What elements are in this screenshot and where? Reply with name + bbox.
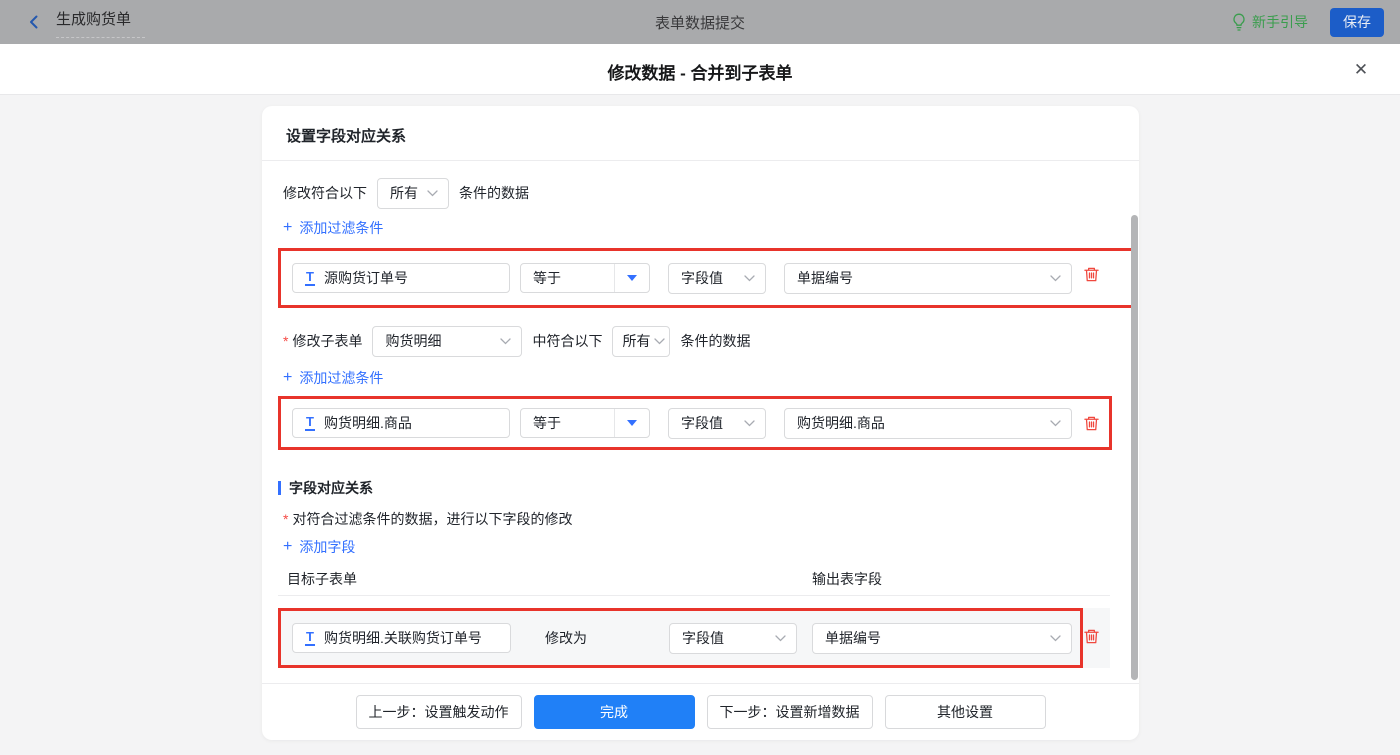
trash-icon [1083,628,1100,645]
main-match-value: 所有 [390,183,418,203]
mapping-section-header: 字段对应关系 [278,478,373,498]
sub-match-value: 所有 [622,331,650,351]
required-asterisk: * [283,333,288,349]
condition-operator-select[interactable]: 等于 [520,263,650,293]
next-step-button[interactable]: 下一步：设置新增数据 [707,695,873,729]
caret-down-icon [627,275,637,281]
guide-link[interactable]: 新手引导 [1232,12,1308,32]
condition-field-label: 源购货订单号 [324,268,408,288]
chevron-down-icon [1050,275,1061,282]
trash-icon [1083,266,1100,283]
close-button[interactable]: ✕ [1348,57,1374,83]
chevron-down-icon [427,190,438,197]
condition-valuetype-select[interactable]: 字段值 [668,408,766,439]
chevron-down-icon [744,275,755,282]
condition-operator-select[interactable]: 等于 [520,408,650,438]
delete-condition-button[interactable] [1083,415,1100,432]
top-bar: 生成购货单 表单数据提交 新手引导 保存 [0,0,1400,44]
operator-caret-button[interactable] [614,409,649,437]
mapping-description-text: 对符合过滤条件的数据，进行以下字段的修改 [292,511,572,527]
modal-body: 设置字段对应关系 修改符合以下 所有 条件的数据 + 添加过滤条件 T 源购货订… [0,95,1400,755]
sub-filter-prefix: *修改子表单 [283,331,362,351]
column-header-target: 目标子表单 [287,569,357,589]
topbar-actions: 新手引导 保存 [1232,0,1384,44]
chevron-down-icon [654,338,665,345]
mapping-section-title: 字段对应关系 [289,478,373,498]
operator-value: 等于 [521,409,614,437]
sub-filter-middle: 中符合以下 [532,331,602,351]
delete-mapping-button[interactable] [1083,628,1100,645]
card-title-divider [262,160,1139,161]
column-header-divider [278,595,1110,596]
condition-row-main: T 源购货订单号 等于 字段值 单据编号 [281,251,1133,305]
chevron-down-icon [744,420,755,427]
valuetype-value: 字段值 [681,413,723,433]
chevron-down-icon [500,338,511,345]
modal-title: 修改数据 - 合并到子表单 [0,59,1400,84]
add-field-link[interactable]: + 添加字段 [283,537,355,557]
plus-icon: + [283,371,292,385]
main-match-select[interactable]: 所有 [377,178,449,209]
text-field-icon: T [305,271,315,286]
lightbulb-icon [1232,13,1246,31]
condition-field-label: 购货明细.商品 [324,413,412,433]
other-settings-button[interactable]: 其他设置 [885,695,1046,729]
add-filter-label: 添加过滤条件 [299,218,383,238]
sub-filter-suffix: 条件的数据 [680,331,750,351]
add-filter-label: 添加过滤条件 [299,368,383,388]
condition-value: 单据编号 [797,268,853,288]
condition-valuetype-select[interactable]: 字段值 [668,263,766,294]
section-accent-bar [278,481,281,495]
text-field-icon: T [305,416,315,431]
card-title: 设置字段对应关系 [286,125,406,146]
chevron-down-icon [1050,420,1061,427]
condition-value-select[interactable]: 购货明细.商品 [784,408,1072,439]
condition-value-select[interactable]: 单据编号 [784,263,1072,294]
guide-label: 新手引导 [1252,12,1308,32]
annotation-rect-1: T 源购货订单号 等于 字段值 单据编号 [278,248,1136,308]
column-header-output: 输出表字段 [812,569,882,589]
condition-field-box[interactable]: T 购货明细.商品 [292,408,510,438]
footer-divider [262,683,1139,684]
condition-row-sub: T 购货明细.商品 等于 字段值 购货明细.商品 [281,399,1109,447]
footer-buttons: 上一步：设置触发动作 完成 下一步：设置新增数据 其他设置 [262,695,1139,729]
required-asterisk: * [283,511,288,527]
scrollbar-thumb[interactable] [1131,215,1138,680]
mapping-row-background [278,608,1110,668]
close-icon: ✕ [1354,60,1368,80]
mapping-description: *对符合过滤条件的数据，进行以下字段的修改 [283,509,572,529]
delete-condition-button[interactable] [1083,266,1100,283]
page-title: 表单数据提交 [0,12,1400,33]
condition-value: 购货明细.商品 [797,413,885,433]
add-filter-link-main[interactable]: + 添加过滤条件 [283,218,383,238]
plus-icon: + [283,221,292,235]
condition-field-box[interactable]: T 源购货订单号 [292,263,510,293]
add-field-label: 添加字段 [299,537,355,557]
prev-step-button[interactable]: 上一步：设置触发动作 [356,695,522,729]
sub-filter-prefix-label: 修改子表单 [292,333,362,349]
subform-select[interactable]: 购货明细 [372,326,522,357]
modal-header: 修改数据 - 合并到子表单 ✕ [0,44,1400,95]
valuetype-value: 字段值 [681,268,723,288]
main-filter-prefix: 修改符合以下 [283,183,367,203]
add-filter-link-sub[interactable]: + 添加过滤条件 [283,368,383,388]
sub-filter-line: *修改子表单 购货明细 中符合以下 所有 条件的数据 [283,325,750,357]
trash-icon [1083,415,1100,432]
main-filter-suffix: 条件的数据 [459,183,529,203]
sub-match-select[interactable]: 所有 [612,326,670,357]
caret-down-icon [627,420,637,426]
operator-value: 等于 [521,264,614,292]
annotation-rect-2: T 购货明细.商品 等于 字段值 购货明细.商品 [278,396,1112,450]
save-button[interactable]: 保存 [1330,8,1384,37]
subform-value: 购货明细 [385,331,441,351]
main-filter-line: 修改符合以下 所有 条件的数据 [283,177,529,209]
settings-card: 设置字段对应关系 修改符合以下 所有 条件的数据 + 添加过滤条件 T 源购货订… [262,106,1139,740]
operator-caret-button[interactable] [614,264,649,292]
done-button[interactable]: 完成 [534,695,695,729]
plus-icon: + [283,540,292,554]
